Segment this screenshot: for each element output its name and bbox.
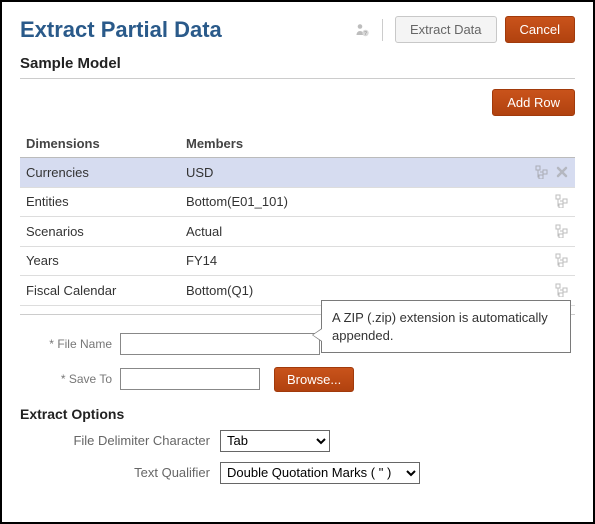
browse-button[interactable]: Browse... [274, 367, 354, 392]
table-row[interactable]: ScenariosActual [20, 217, 575, 247]
dimension-cell: Years [20, 246, 180, 276]
model-name: Sample Model [20, 55, 575, 72]
dimension-cell: Fiscal Calendar [20, 276, 180, 306]
dimension-cell: Entities [20, 187, 180, 217]
member-cell: USD [180, 158, 515, 188]
file-name-input[interactable] [120, 333, 320, 355]
user-help-icon[interactable]: ? [354, 22, 370, 38]
dimension-cell: Scenarios [20, 217, 180, 247]
tooltip-text: A ZIP (.zip) extension is automatically … [332, 310, 548, 343]
svg-text:?: ? [364, 31, 367, 37]
hierarchy-icon[interactable] [553, 224, 569, 240]
file-name-label: File Name [20, 337, 120, 351]
extract-data-button[interactable]: Extract Data [395, 16, 497, 43]
qualifier-select[interactable]: Double Quotation Marks ( " ) [220, 462, 420, 484]
member-cell: Actual [180, 217, 515, 247]
hierarchy-icon[interactable] [533, 165, 549, 181]
save-to-label: Save To [20, 372, 120, 386]
qualifier-label: Text Qualifier [20, 465, 220, 480]
hierarchy-icon[interactable] [553, 283, 569, 299]
col-dimensions: Dimensions [20, 130, 180, 158]
cancel-button[interactable]: Cancel [505, 16, 575, 43]
table-row[interactable]: YearsFY14 [20, 246, 575, 276]
dimensions-table: Dimensions Members CurrenciesUSDEntities… [20, 130, 575, 306]
table-row[interactable]: EntitiesBottom(E01_101) [20, 187, 575, 217]
hierarchy-icon[interactable] [553, 194, 569, 210]
extract-options-title: Extract Options [20, 406, 575, 422]
member-cell: Bottom(E01_101) [180, 187, 515, 217]
tooltip: A ZIP (.zip) extension is automatically … [321, 300, 571, 353]
dimension-cell: Currencies [20, 158, 180, 188]
add-row-button[interactable]: Add Row [492, 89, 575, 116]
divider [382, 19, 383, 41]
table-row[interactable]: CurrenciesUSD [20, 158, 575, 188]
page-title: Extract Partial Data [20, 17, 222, 43]
remove-row-icon[interactable] [553, 165, 569, 181]
member-cell: FY14 [180, 246, 515, 276]
header-actions: ? Extract Data Cancel [354, 16, 575, 43]
delimiter-select[interactable]: Tab [220, 430, 330, 452]
delimiter-label: File Delimiter Character [20, 433, 220, 448]
divider [20, 78, 575, 79]
hierarchy-icon[interactable] [553, 253, 569, 269]
col-members: Members [180, 130, 515, 158]
save-to-input[interactable] [120, 368, 260, 390]
